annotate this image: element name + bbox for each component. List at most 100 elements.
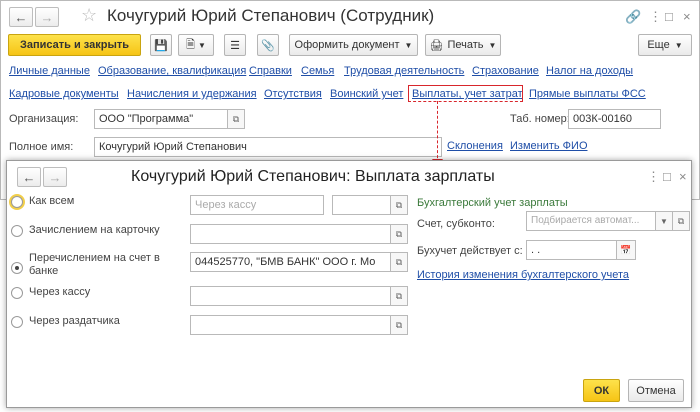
radio-cashbox[interactable] (11, 287, 23, 299)
open-org-button[interactable]: ⧉ (227, 109, 245, 129)
link-declension[interactable]: Склонения (447, 140, 503, 152)
account-label: Счет, субконто: (417, 218, 495, 230)
tab-number-label: Таб. номер: (510, 113, 570, 125)
arrow-left-icon: ← (14, 9, 28, 25)
link-change-fio[interactable]: Изменить ФИО (510, 140, 588, 152)
open-icon: ⧉ (395, 290, 403, 301)
fullname-field[interactable]: Кочугурий Юрий Степанович (94, 137, 442, 157)
print-label: Печать (447, 39, 484, 51)
cancel-button[interactable]: Отмена (628, 379, 684, 402)
chevron-down-icon: ▼ (660, 216, 668, 226)
dialog-title: Кочугурий Юрий Степанович: Выплата зарпл… (131, 168, 495, 185)
arrow-left-icon: ← (22, 169, 36, 185)
window-title: Кочугурий Юрий Степанович (Сотрудник) (107, 6, 435, 25)
salary-payment-dialog: ← → Кочугурий Юрий Степанович: Выплата з… (6, 160, 692, 408)
create-document-label: Оформить документ (294, 39, 400, 51)
bank-account-field[interactable]: 044525770, "БМВ БАНК" ООО г. Мо (190, 252, 394, 272)
more-button[interactable]: Еще ▼ (638, 34, 692, 56)
account-dropdown-button[interactable]: ▼ (655, 211, 673, 231)
report-button[interactable]: ☰ (224, 34, 246, 56)
link-accruals[interactable]: Начисления и удержания (127, 88, 257, 100)
dialog-back-button[interactable]: ← (17, 167, 41, 187)
link-absences[interactable]: Отсутствия (264, 88, 322, 100)
accounting-section-title: Бухгалтерский учет зарплаты (417, 197, 568, 209)
chevron-down-icon: ▼ (674, 40, 683, 50)
create-based-on-button[interactable]: 🗎 ▼ (178, 34, 214, 56)
dialog-maximize-icon[interactable]: □ (663, 169, 671, 184)
account-field[interactable]: Подбирается автомат... (526, 211, 657, 231)
radio-bank-account[interactable] (11, 262, 23, 274)
link-certificates[interactable]: Справки (249, 65, 292, 77)
floppy-disk-icon: 💾 (154, 39, 168, 52)
save-button[interactable]: 💾 (150, 34, 172, 56)
effective-date-label: Бухучет действует с: (417, 245, 523, 257)
dialog-close-icon[interactable]: × (679, 169, 687, 184)
maximize-icon[interactable]: □ (665, 9, 673, 24)
open-icon: ⧉ (232, 113, 240, 124)
effective-date-field[interactable]: . . (526, 240, 618, 260)
link-fss-payments[interactable]: Прямые выплаты ФСС (529, 88, 646, 100)
org-label: Организация: (9, 113, 79, 125)
paperclip-icon: 📎 (261, 39, 275, 52)
create-document-button[interactable]: Оформить документ ▼ (289, 34, 418, 56)
annotation-connector (437, 101, 438, 163)
open-icon: ⧉ (395, 199, 403, 210)
link-insurance[interactable]: Страхование (472, 65, 539, 77)
card-open-button[interactable]: ⧉ (390, 224, 408, 244)
open-icon: ⧉ (395, 256, 403, 267)
link-personal-data[interactable]: Личные данные (9, 65, 90, 77)
cashbox-field[interactable] (190, 286, 394, 306)
option-card-label: Зачислением на карточку (29, 224, 160, 236)
dialog-menu-dots-icon[interactable]: ⋮ (647, 169, 660, 185)
back-button[interactable]: ← (9, 7, 33, 27)
like-everyone-field: Через кассу (190, 195, 324, 215)
forward-button[interactable]: → (35, 7, 59, 27)
favorite-star-icon[interactable]: ☆ (81, 5, 97, 26)
tab-number-field[interactable]: 003К-00160 (568, 109, 661, 129)
link-employment-history[interactable]: Трудовая деятельность (344, 65, 464, 77)
org-field[interactable]: ООО "Программа" (94, 109, 228, 129)
cashbox-open-button[interactable]: ⧉ (390, 286, 408, 306)
option-cashbox-label: Через кассу (29, 286, 91, 298)
link-accounting-history[interactable]: История изменения бухгалтерского учета (417, 269, 629, 281)
ok-button[interactable]: ОК (583, 379, 620, 402)
arrow-right-icon: → (48, 169, 62, 185)
link-family[interactable]: Семья (301, 65, 334, 77)
chevron-down-icon: ▼ (488, 40, 497, 50)
arrow-right-icon: → (40, 9, 54, 25)
open-icon: ⧉ (395, 319, 403, 330)
calendar-icon: 📅 (620, 244, 632, 255)
more-label: Еще (647, 39, 670, 51)
print-button[interactable]: 🖨 Печать ▼ (425, 34, 501, 56)
account-open-button[interactable]: ⧉ (672, 211, 690, 231)
card-field[interactable] (190, 224, 394, 244)
radio-distributor[interactable] (11, 316, 23, 328)
link-military[interactable]: Воинский учет (330, 88, 403, 100)
save-and-close-button[interactable]: Записать и закрыть (8, 34, 141, 56)
radio-card[interactable] (11, 225, 23, 237)
fullname-label: Полное имя: (9, 141, 74, 153)
attachment-button[interactable]: 📎 (257, 34, 279, 56)
link-hr-documents[interactable]: Кадровые документы (9, 88, 119, 100)
like-everyone-open-button: ⧉ (390, 195, 408, 215)
option-bank-account-label: Перечислением на счет в банке (29, 252, 160, 277)
link-income-tax[interactable]: Налог на доходы (546, 65, 633, 77)
link-icon[interactable]: 🔗 (625, 9, 641, 25)
chevron-down-icon: ▼ (197, 40, 206, 50)
title-bar: ← → ☆ Кочугурий Юрий Степанович (Сотрудн… (1, 1, 699, 31)
bank-open-button[interactable]: ⧉ (390, 252, 408, 272)
like-everyone-extra-field (332, 195, 394, 215)
distributor-field[interactable] (190, 315, 394, 335)
radio-like-everyone[interactable] (11, 196, 23, 208)
open-icon: ⧉ (677, 215, 685, 226)
dialog-forward-button[interactable]: → (43, 167, 67, 187)
document-add-icon: 🗎 (186, 38, 195, 51)
highlight-box (408, 85, 523, 102)
close-icon[interactable]: × (683, 9, 691, 24)
calendar-button[interactable]: 📅 (616, 240, 636, 260)
option-like-everyone-label: Как всем (29, 195, 75, 207)
open-icon: ⧉ (395, 228, 403, 239)
distributor-open-button[interactable]: ⧉ (390, 315, 408, 335)
menu-dots-icon[interactable]: ⋮ (649, 9, 662, 25)
link-education[interactable]: Образование, квалификация (98, 65, 246, 77)
